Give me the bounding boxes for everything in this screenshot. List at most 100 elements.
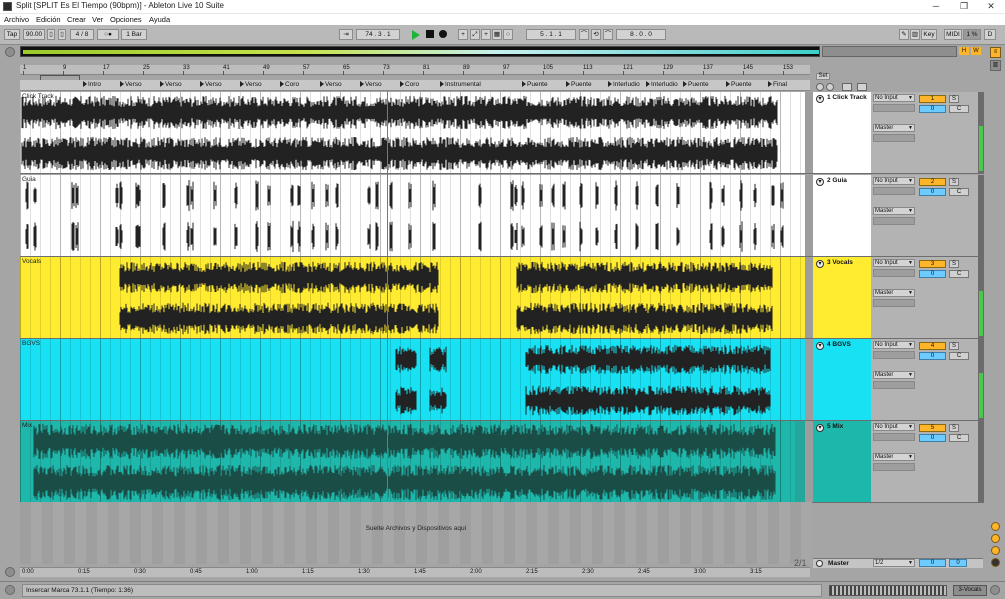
locator-marker[interactable]: Verso (360, 81, 382, 88)
arrangement-lane[interactable]: Guia (20, 175, 805, 257)
track-name[interactable]: 1 Click Track (827, 94, 867, 101)
output-type-select[interactable]: Master ▼ (873, 371, 915, 379)
solo-button[interactable]: S (949, 342, 959, 350)
computer-midi-keyboard-icon[interactable]: ▥ (910, 29, 920, 40)
track-fold-icon[interactable]: ▾ (816, 342, 824, 350)
overview-w-button[interactable]: W (971, 47, 981, 55)
previous-locator-icon[interactable] (816, 83, 824, 91)
detail-view-toggle-icon[interactable] (990, 585, 1000, 595)
tap-tempo-button[interactable]: Tap (4, 29, 20, 40)
returns-toggle-icon[interactable] (991, 546, 1000, 555)
overdub-button[interactable]: + (458, 29, 468, 40)
solo-button[interactable]: S (949, 424, 959, 432)
record-icon[interactable] (439, 30, 447, 38)
track-activator-button[interactable]: 5 (919, 424, 946, 432)
follow-button[interactable]: ⇥ (339, 29, 353, 40)
track-header[interactable]: ▾ 4 BGVS (813, 339, 871, 421)
locators-lane[interactable]: Intro Verso Verso Verso Verso Coro Verso Verso C… (20, 80, 810, 91)
input-channel-select[interactable] (873, 104, 915, 112)
loop-switch-button[interactable]: ⟲ (591, 29, 601, 40)
track-volume[interactable]: 0 (919, 352, 946, 360)
automation-arm-button[interactable]: ⤢ (470, 29, 480, 40)
time-signature-field[interactable]: 4 / 8 (70, 29, 94, 40)
nudge-up-button[interactable]: ▯ (58, 29, 66, 40)
input-channel-select[interactable] (873, 351, 915, 359)
key-map-button[interactable]: Key (921, 29, 937, 40)
next-locator-icon[interactable] (826, 83, 834, 91)
input-type-select[interactable]: No Input ▼ (873, 177, 915, 185)
lock-envelopes-icon[interactable] (857, 83, 867, 91)
solo-button[interactable]: S (949, 178, 959, 186)
arrangement-view-icon[interactable]: ≡ (990, 47, 1001, 58)
draw-mode-pencil-icon[interactable]: ✎ (899, 29, 909, 40)
output-type-select[interactable]: Master ▼ (873, 289, 915, 297)
clip-waveform[interactable] (20, 421, 805, 503)
menu-ver[interactable]: Ver (92, 14, 103, 25)
solo-button[interactable]: S (949, 260, 959, 268)
drop-files-area[interactable]: Suelte Archivos y Dispositivos aquí (20, 502, 812, 564)
locator-marker[interactable]: Puente (522, 81, 548, 88)
locator-marker[interactable]: Instrumental (440, 81, 481, 88)
locator-marker[interactable]: Final (768, 81, 787, 88)
track-pan[interactable]: C (949, 105, 969, 113)
track-pan[interactable]: C (949, 434, 969, 442)
track-header[interactable]: ▾ 1 Click Track (813, 92, 871, 174)
close-icon[interactable]: ✕ (977, 0, 1005, 14)
track-activator-button[interactable]: 1 (919, 95, 946, 103)
input-channel-select[interactable] (873, 187, 915, 195)
arrangement-lane[interactable]: Mix (20, 421, 805, 503)
track-pan[interactable]: C (949, 270, 969, 278)
input-type-select[interactable]: No Input ▼ (873, 259, 915, 267)
minimize-icon[interactable]: ─ (922, 0, 950, 14)
locator-marker[interactable]: Interludio (646, 81, 678, 88)
session-view-icon[interactable]: ▥ (990, 60, 1001, 71)
input-type-select[interactable]: No Input ▼ (873, 94, 915, 102)
track-name[interactable]: 2 Guia (827, 177, 847, 184)
master-pan[interactable]: 0 (949, 559, 967, 567)
midi-map-button[interactable]: MIDI (944, 29, 962, 40)
loop-start-field[interactable]: 5 . 1 . 1 (526, 29, 576, 40)
track-volume[interactable]: 0 (919, 105, 946, 113)
locator-marker[interactable]: Puente (683, 81, 709, 88)
menu-archivo[interactable]: Archivo (4, 14, 29, 25)
menu-edicion[interactable]: Edición (36, 14, 61, 25)
info-view-toggle-icon[interactable] (5, 567, 15, 577)
punch-out-button[interactable]: ⌒ (603, 29, 613, 40)
status-left-toggle-icon[interactable] (5, 585, 15, 595)
track-pan[interactable]: C (949, 352, 969, 360)
clip-waveform[interactable] (20, 339, 805, 421)
track-volume[interactable]: 0 (919, 270, 946, 278)
track-name[interactable]: 3 Vocals (827, 259, 853, 266)
mixer-toggle-icon[interactable] (991, 558, 1000, 567)
output-channel-select[interactable] (873, 299, 915, 307)
master-output-select[interactable]: 1/2 ▼ (873, 559, 915, 567)
locator-marker[interactable]: Intro (83, 81, 101, 88)
punch-in-button[interactable]: ⌒ (579, 29, 589, 40)
input-channel-select[interactable] (873, 269, 915, 277)
locator-marker[interactable]: Verso (160, 81, 182, 88)
locator-marker[interactable]: Coro (280, 81, 299, 88)
input-type-select[interactable]: No Input ▼ (873, 341, 915, 349)
output-type-select[interactable]: Master ▼ (873, 207, 915, 215)
browser-toggle-icon[interactable] (5, 47, 15, 57)
maximize-icon[interactable]: ❐ (950, 0, 978, 14)
output-channel-select[interactable] (873, 381, 915, 389)
clip-waveform[interactable] (20, 92, 805, 174)
arrangement-lane[interactable]: Click Track (20, 92, 805, 174)
menu-opciones[interactable]: Opciones (110, 14, 142, 25)
track-fold-icon[interactable]: ▾ (816, 178, 824, 186)
track-volume[interactable]: 0 (919, 188, 946, 196)
time-ruler[interactable]: 0:00 0:15 0:30 0:45 1:00 1:15 1:30 1:45 2:00 2:15… (20, 567, 810, 577)
arrangement-position-field[interactable]: 74 . 3 . 1 (356, 29, 400, 40)
menu-crear[interactable]: Crear (67, 14, 86, 25)
track-fold-icon[interactable]: ▾ (816, 424, 824, 432)
output-type-select[interactable]: Master ▼ (873, 453, 915, 461)
track-activator-button[interactable]: 4 (919, 342, 946, 350)
track-volume[interactable]: 0 (919, 434, 946, 442)
locator-marker[interactable]: Coro (400, 81, 419, 88)
set-locator-button[interactable]: Set (816, 73, 830, 80)
metronome-button[interactable]: ○● (97, 29, 119, 40)
stop-icon[interactable] (426, 30, 434, 38)
re-enable-automation-button[interactable]: + (481, 29, 491, 40)
locator-marker[interactable]: Verso (320, 81, 342, 88)
